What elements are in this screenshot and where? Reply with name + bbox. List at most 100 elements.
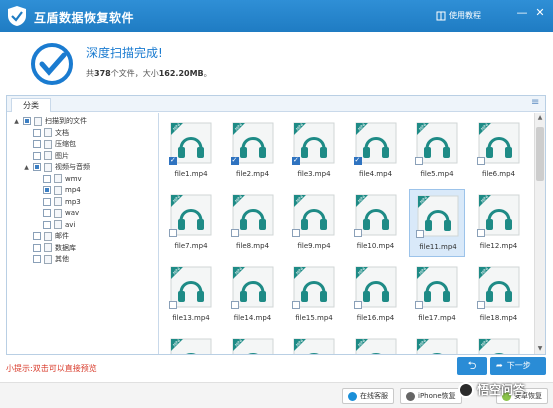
audio-icon — [54, 197, 62, 206]
tree-item[interactable]: mp4 — [33, 185, 81, 195]
file-name: file1.mp4 — [174, 170, 208, 178]
file-count: 378 — [94, 69, 111, 78]
online-service-label: 在线客服 — [360, 392, 388, 400]
file-item[interactable]: MP4 file10.mp4 — [348, 189, 404, 257]
mp4-headphone-icon: MP4 — [232, 338, 273, 354]
file-checkbox[interactable] — [416, 230, 424, 238]
file-item[interactable]: MP4 — [225, 333, 281, 354]
tree-item[interactable]: wav — [33, 208, 79, 218]
online-service-button[interactable]: 在线客服 — [342, 388, 394, 404]
tree-checkbox[interactable] — [33, 255, 41, 263]
tree-item[interactable]: 图片 — [23, 151, 69, 161]
file-item[interactable]: MP4 file12.mp4 — [471, 189, 527, 257]
tree-item[interactable]: ▲ 扫描到的文件 — [13, 116, 87, 126]
scroll-up-icon[interactable]: ▲ — [535, 113, 545, 123]
vertical-scrollbar[interactable]: ▲ ▼ — [534, 113, 545, 354]
back-button[interactable]: ⮌ — [457, 357, 487, 375]
tree-checkbox[interactable] — [43, 220, 51, 229]
tree-item[interactable]: 文档 — [23, 128, 69, 138]
file-name: file9.mp4 — [297, 242, 331, 250]
file-checkbox[interactable] — [169, 301, 177, 309]
file-item[interactable]: MP4 — [286, 333, 342, 354]
file-item[interactable]: MP4file1.mp4 — [163, 117, 219, 185]
tree-checkbox[interactable] — [43, 197, 51, 206]
file-item[interactable]: MP4 — [163, 333, 219, 354]
file-item[interactable]: MP4 file11.mp4 — [409, 189, 465, 257]
file-checkbox[interactable] — [292, 301, 300, 309]
file-checkbox[interactable] — [230, 156, 239, 165]
file-checkbox[interactable] — [415, 157, 423, 165]
file-item[interactable]: MP4 — [348, 333, 404, 354]
tree-checkbox[interactable] — [43, 209, 51, 217]
tree-checkbox[interactable] — [43, 174, 51, 183]
tree-item[interactable]: 数据库 — [23, 243, 76, 253]
next-arrow-icon: ➦ — [496, 361, 503, 370]
tree-item[interactable]: ▲ 视频与音频 — [23, 162, 90, 172]
scan-complete-title: 深度扫描完成! — [86, 46, 163, 60]
close-button[interactable]: ✕ — [533, 6, 547, 20]
file-item[interactable]: MP4 — [471, 333, 527, 354]
iphone-recovery-button[interactable]: iPhone恢复 — [400, 388, 462, 404]
tree-checkbox[interactable] — [23, 117, 31, 125]
file-item[interactable]: MP4 file16.mp4 — [348, 261, 404, 329]
tree-item[interactable]: wmv — [33, 174, 82, 184]
help-tutorial-link[interactable]: 使用教程 — [436, 10, 481, 21]
file-item[interactable]: MP4 file13.mp4 — [163, 261, 219, 329]
tree-item[interactable]: 邮件 — [23, 231, 69, 241]
summary-suffix: 。 — [203, 69, 212, 78]
file-item[interactable]: MP4 file15.mp4 — [286, 261, 342, 329]
file-name: file3.mp4 — [297, 170, 331, 178]
file-checkbox[interactable] — [292, 229, 300, 237]
tree-checkbox[interactable] — [43, 186, 51, 194]
menu-icon[interactable]: ≡ — [531, 98, 541, 108]
file-checkbox[interactable] — [292, 156, 300, 165]
file-item[interactable]: MP4 file8.mp4 — [225, 189, 281, 257]
file-checkbox[interactable] — [230, 301, 239, 309]
tree-item[interactable]: 压缩包 — [23, 139, 76, 149]
tree-checkbox[interactable] — [33, 163, 41, 171]
file-item[interactable]: MP4 file6.mp4 — [471, 117, 527, 185]
file-checkbox[interactable] — [415, 301, 423, 309]
minimize-button[interactable]: — — [515, 6, 529, 20]
scroll-thumb[interactable] — [536, 127, 544, 181]
expand-toggle-icon[interactable]: ▲ — [13, 118, 20, 125]
preview-hint: 小提示:双击可以直接预览 — [6, 364, 97, 373]
next-step-button[interactable]: ➦ 下一步 — [490, 357, 546, 375]
file-checkbox[interactable] — [476, 157, 485, 165]
scroll-down-icon[interactable]: ▼ — [535, 344, 545, 354]
file-item[interactable]: MP4 — [409, 333, 465, 354]
file-checkbox[interactable] — [476, 301, 485, 309]
expand-toggle-icon[interactable]: ▲ — [23, 164, 30, 171]
file-item[interactable]: MP4 file18.mp4 — [471, 261, 527, 329]
total-size: 162.20MB — [158, 69, 204, 78]
tree-checkbox[interactable] — [33, 128, 41, 137]
file-name: file17.mp4 — [418, 314, 456, 322]
file-item[interactable]: MP4 file7.mp4 — [163, 189, 219, 257]
file-item[interactable]: MP4 file17.mp4 — [409, 261, 465, 329]
tree-checkbox[interactable] — [33, 232, 41, 240]
tree-checkbox[interactable] — [33, 151, 41, 160]
file-item[interactable]: MP4file2.mp4 — [225, 117, 281, 185]
tree-checkbox[interactable] — [33, 243, 41, 252]
file-checkbox[interactable] — [230, 229, 239, 237]
file-checkbox[interactable] — [353, 301, 362, 309]
file-grid: MP4file1.mp4MP4file2.mp4MP4file3.mp4MP4f… — [160, 113, 533, 354]
tree-item[interactable]: avi — [33, 220, 75, 230]
file-item[interactable]: MP4 file5.mp4 — [409, 117, 465, 185]
file-name: file18.mp4 — [479, 314, 518, 322]
file-item[interactable]: MP4 file14.mp4 — [225, 261, 281, 329]
file-checkbox[interactable] — [476, 229, 485, 237]
tab-category[interactable]: 分类 — [11, 98, 51, 112]
file-checkbox[interactable] — [169, 156, 177, 165]
file-checkbox[interactable] — [169, 229, 177, 237]
tree-item[interactable]: mp3 — [33, 197, 81, 207]
file-name: file15.mp4 — [295, 314, 333, 322]
file-item[interactable]: MP4file3.mp4 — [286, 117, 342, 185]
tree-checkbox[interactable] — [33, 140, 41, 148]
file-checkbox[interactable] — [353, 156, 362, 165]
file-item[interactable]: MP4file4.mp4 — [348, 117, 404, 185]
file-checkbox[interactable] — [353, 229, 362, 237]
file-item[interactable]: MP4 file9.mp4 — [286, 189, 342, 257]
summary-prefix: 共 — [86, 69, 94, 78]
tree-item[interactable]: 其他 — [23, 254, 69, 264]
